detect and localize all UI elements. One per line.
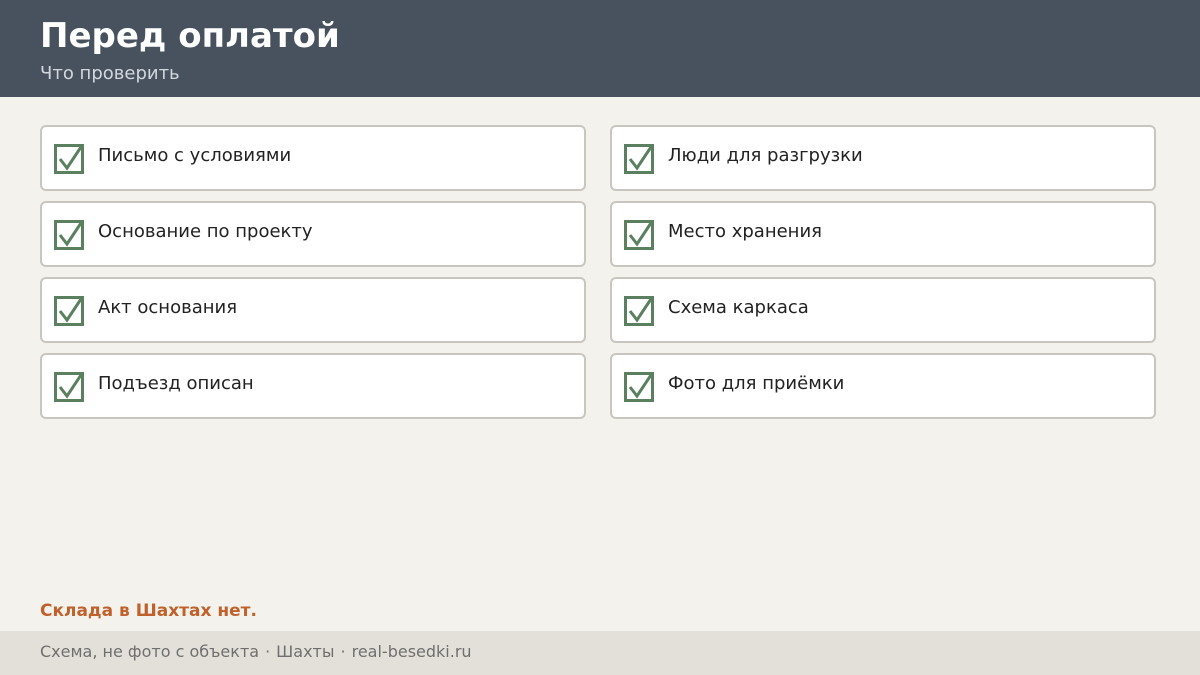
checkmark-icon: [628, 298, 653, 323]
footer-separator: ·: [340, 642, 346, 661]
checkbox-checked[interactable]: [54, 372, 84, 402]
footer-separator: ·: [265, 642, 271, 661]
checkmark-icon: [628, 146, 653, 171]
checklist-item-label: Подъезд описан: [98, 373, 254, 394]
checklist-item-label: Акт основания: [98, 297, 238, 318]
checklist-item-label: Схема каркаса: [668, 297, 809, 318]
checkmark-icon: [58, 146, 83, 171]
checklist-item[interactable]: Основание по проекту: [40, 201, 586, 267]
checkmark-icon: [58, 222, 83, 247]
checkbox-checked[interactable]: [624, 296, 654, 326]
checkmark-icon: [628, 374, 653, 399]
checkbox-checked[interactable]: [54, 144, 84, 174]
header: Перед оплатой Что проверить: [0, 0, 1200, 97]
checklist-item[interactable]: Схема каркаса: [610, 277, 1156, 343]
warning-note: Склада в Шахтах нет.: [40, 601, 257, 621]
checklist-item[interactable]: Место хранения: [610, 201, 1156, 267]
checklist-item-label: Основание по проекту: [98, 221, 313, 242]
footer-site-link[interactable]: real-besedki.ru: [352, 642, 472, 661]
page-subtitle: Что проверить: [40, 63, 180, 84]
checkbox-checked[interactable]: [624, 372, 654, 402]
checklist-item[interactable]: Люди для разгрузки: [610, 125, 1156, 191]
footer: Схема, не фото с объекта · Шахты · real-bese…: [0, 631, 1200, 675]
footer-city: Шахты: [276, 642, 335, 661]
checklist-item[interactable]: Акт основания: [40, 277, 586, 343]
checklist-item-label: Фото для приёмки: [668, 373, 845, 394]
checkbox-checked[interactable]: [624, 220, 654, 250]
checklist-item-label: Люди для разгрузки: [668, 145, 863, 166]
footer-text: Схема, не фото с объекта · Шахты · real-bese…: [40, 641, 472, 663]
footer-caption: Схема, не фото с объекта: [40, 642, 260, 661]
checklist: Письмо с условиями Люди для разгрузки Ос…: [40, 125, 1156, 419]
checklist-item[interactable]: Подъезд описан: [40, 353, 586, 419]
checklist-item[interactable]: Фото для приёмки: [610, 353, 1156, 419]
checkbox-checked[interactable]: [54, 220, 84, 250]
checkmark-icon: [58, 374, 83, 399]
checklist-item-label: Письмо с условиями: [98, 145, 292, 166]
checklist-item[interactable]: Письмо с условиями: [40, 125, 586, 191]
checklist-item-label: Место хранения: [668, 221, 822, 242]
checkbox-checked[interactable]: [54, 296, 84, 326]
checkbox-checked[interactable]: [624, 144, 654, 174]
checkmark-icon: [58, 298, 83, 323]
page-title: Перед оплатой: [40, 16, 340, 56]
checkmark-icon: [628, 222, 653, 247]
